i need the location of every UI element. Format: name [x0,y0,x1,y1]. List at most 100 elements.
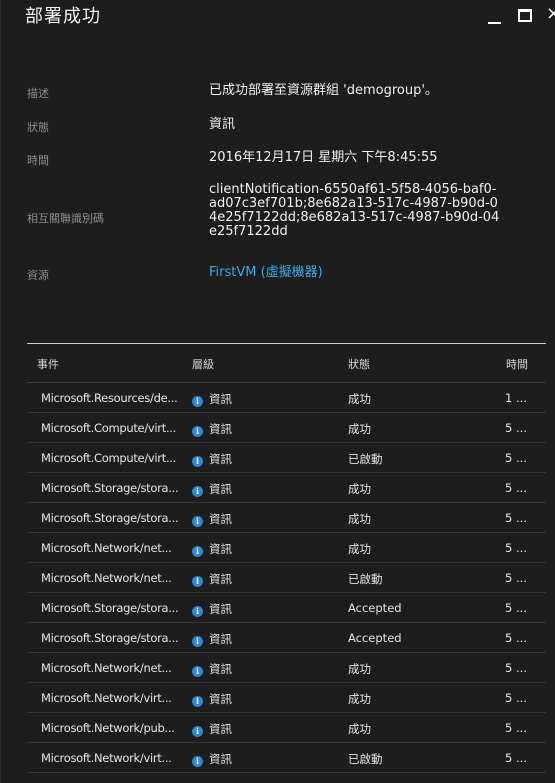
event-cell: Microsoft.Network/virt... [41,691,172,705]
level-cell: i 資訊 [192,691,232,707]
panel-title: 部署成功 [25,6,101,27]
time-cell: 5 ... [505,511,527,525]
level-cell: i 資訊 [192,631,232,647]
event-cell: Microsoft.Compute/virt... [41,451,177,465]
level-text: 資訊 [209,452,232,466]
level-text: 資訊 [209,632,232,646]
table-header: 事件 層級 狀態 時間 [27,344,546,383]
table-row[interactable]: Microsoft.Storage/stora... i 資訊 Accepted 5 .… [27,623,546,653]
info-icon: i [192,606,203,617]
status-cell: 已啟動 [348,452,383,466]
info-icon: i [192,516,203,527]
event-cell: Microsoft.Storage/stora... [41,601,179,615]
time-label: 時間 [27,154,49,167]
event-cell: Microsoft.Network/net... [41,661,172,675]
table-row[interactable]: Microsoft.Compute/virt... i 資訊 成功 5 ... [27,413,546,443]
maximize-button[interactable] [518,9,532,22]
column-header-event[interactable]: 事件 [37,356,59,372]
table-row[interactable]: Microsoft.Network/net... i 資訊 成功 5 ... [27,653,546,683]
status-label: 狀態 [27,121,49,134]
info-icon: i [192,426,203,437]
close-button[interactable]: × [546,3,555,24]
event-cell: Microsoft.Network/virt... [41,751,172,765]
level-text: 資訊 [209,752,232,766]
correlation-label: 相互關聯識別碼 [27,212,104,225]
time-cell: 5 ... [505,481,527,495]
level-cell: i 資訊 [192,571,232,587]
table-body: Microsoft.Resources/de... i 資訊 成功 1 ... Micro… [27,383,546,783]
description-value: 已成功部署至資源群組 'demogroup'。 [209,83,438,98]
table-row[interactable]: Microsoft.Network/pub... i 資訊 成功 5 ... [27,713,546,743]
status-value: 資訊 [209,117,236,132]
level-text: 資訊 [209,542,232,556]
minimize-button[interactable] [488,8,501,24]
level-text: 資訊 [209,722,232,736]
info-icon: i [192,696,203,707]
title-bar: 部署成功 × [1,0,555,70]
info-icon: i [192,546,203,557]
table-row[interactable]: Microsoft.Network/net... i 資訊 已啟動 5 ... [27,563,546,593]
status-cell: 成功 [348,422,371,436]
level-cell: i 資訊 [192,601,232,617]
status-cell: Accepted [348,631,402,645]
time-cell: 5 ... [505,691,527,705]
column-header-time[interactable]: 時間 [506,356,528,372]
event-cell: Microsoft.Network/pub... [41,721,175,735]
time-cell: 5 ... [505,661,527,675]
status-cell: 成功 [348,512,371,526]
column-header-level[interactable]: 層級 [192,356,214,372]
table-row[interactable]: Microsoft.Resources/de... i 資訊 成功 1 ... [27,383,546,413]
info-icon: i [192,486,203,497]
event-cell: Microsoft.Storage/stora... [41,511,179,525]
column-header-status[interactable]: 狀態 [348,356,370,372]
level-cell: i 資訊 [192,751,232,767]
level-cell: i 資訊 [192,481,232,497]
time-cell: 5 ... [505,541,527,555]
time-cell: 5 ... [505,721,527,735]
maximize-icon [518,9,532,22]
event-cell: Microsoft.Storage/stora... [41,481,179,495]
table-row[interactable]: Microsoft.Storage/stora... i 資訊 成功 5 ... [27,503,546,533]
table-row[interactable]: Microsoft.Network/pub...i資訊已啟動5 ... [27,773,546,783]
table-row[interactable]: Microsoft.Storage/stora... i 資訊 Accepted 5 .… [27,593,546,623]
level-text: 資訊 [209,512,232,526]
table-row[interactable]: Microsoft.Network/virt... i 資訊 成功 5 ... [27,683,546,713]
level-cell: i 資訊 [192,721,232,737]
level-text: 資訊 [209,602,232,616]
status-cell: 成功 [348,692,371,706]
level-text: 資訊 [209,392,232,406]
level-text: 資訊 [209,692,232,706]
time-cell: 5 ... [505,571,527,585]
table-row[interactable]: Microsoft.Network/net... i 資訊 成功 5 ... [27,533,546,563]
level-cell: i 資訊 [192,391,232,407]
status-cell: 成功 [348,542,371,556]
info-icon: i [192,756,203,767]
level-cell: i 資訊 [192,661,232,677]
description-label: 描述 [27,87,49,100]
status-cell: Accepted [348,601,402,615]
minimize-icon [488,22,501,24]
deployment-notification-panel: 部署成功 × 描述 已成功部署至資源群組 'demogroup'。 狀態 資訊 … [0,0,555,783]
info-icon: i [192,456,203,467]
time-value: 2016年12月17日 星期六 下午8:45:55 [209,150,438,165]
time-cell: 1 ... [505,391,527,405]
level-cell: i 資訊 [192,511,232,527]
time-cell: 5 ... [505,631,527,645]
event-cell: Microsoft.Storage/stora... [41,631,179,645]
info-icon: i [192,726,203,737]
table-row[interactable]: Microsoft.Network/virt... i 資訊 已啟動 5 ... [27,743,546,773]
level-text: 資訊 [209,662,232,676]
close-icon: × [546,3,555,24]
table-row[interactable]: Microsoft.Storage/stora... i 資訊 成功 5 ... [27,473,546,503]
status-cell: 已啟動 [348,752,383,766]
event-cell: Microsoft.Resources/de... [41,391,178,405]
events-table: 事件 層級 狀態 時間 Microsoft.Resources/de... i 資訊… [27,344,546,783]
level-text: 資訊 [209,422,232,436]
resource-link[interactable]: FirstVM (虛擬機器) [209,266,509,280]
event-cell: Microsoft.Network/net... [41,571,172,585]
level-cell: i 資訊 [192,451,232,467]
table-row[interactable]: Microsoft.Compute/virt... i 資訊 已啟動 5 ... [27,443,546,473]
correlation-value: clientNotification-6550af61-5f58-4056-ba… [209,182,500,239]
status-cell: 成功 [348,482,371,496]
status-cell: 成功 [348,662,371,676]
